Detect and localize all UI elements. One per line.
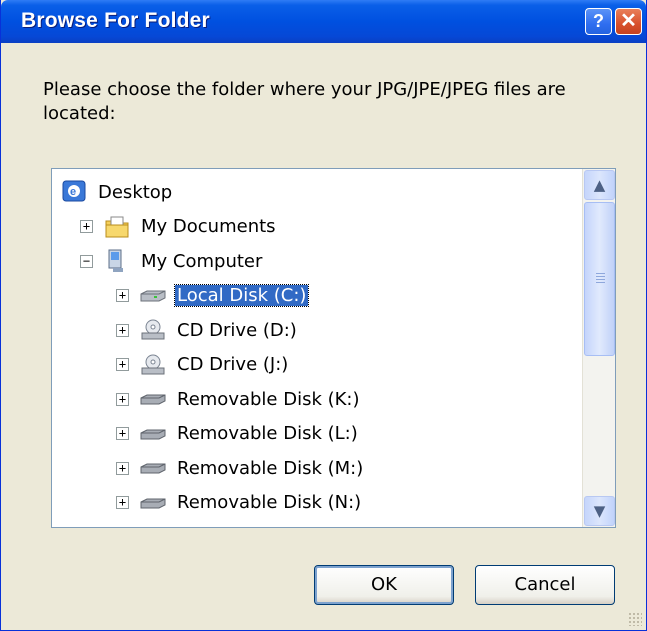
tree-item[interactable]: − My Computer <box>80 244 264 278</box>
tree-item[interactable]: +Control Panel <box>116 520 298 528</box>
tree-item-label: Local Disk (C:) <box>173 284 310 307</box>
hard-disk-icon <box>139 284 167 308</box>
desktop-icon: e <box>60 180 88 204</box>
expand-icon[interactable]: + <box>116 392 129 406</box>
tree-item-label: My Documents <box>141 216 276 237</box>
folder-tree-rows: e Desktop + My Documents − My Computer + Local … <box>52 169 582 527</box>
removable-disk-icon <box>139 491 167 515</box>
tree-item[interactable]: + Removable Disk (K:) <box>116 382 362 416</box>
window-title: Browse For Folder <box>21 9 210 32</box>
removable-disk-icon <box>139 387 167 411</box>
vertical-scrollbar[interactable]: ▲ ▼ <box>582 169 615 527</box>
control-panel-icon <box>139 525 167 527</box>
tree-item-label: Removable Disk (N:) <box>177 492 362 513</box>
my-documents-icon <box>103 215 131 239</box>
cd-drive-icon <box>139 353 167 377</box>
ok-button[interactable]: OK <box>314 565 454 605</box>
tree-item-label: My Computer <box>141 250 263 272</box>
tree-item[interactable]: + CD Drive (D:) <box>116 313 299 347</box>
expand-icon[interactable]: + <box>116 461 129 475</box>
svg-text:e: e <box>70 186 76 198</box>
tree-item-label: Removable Disk (M:) <box>177 457 364 479</box>
tree-item[interactable]: + Removable Disk (N:) <box>116 486 363 520</box>
scroll-thumb[interactable] <box>584 202 615 356</box>
tree-item[interactable]: + Removable Disk (M:) <box>116 451 365 485</box>
expand-icon[interactable]: + <box>116 323 129 337</box>
grip-icon <box>596 273 605 285</box>
tree-item-label: Control Panel <box>175 527 298 528</box>
expand-icon[interactable]: + <box>116 496 129 509</box>
browse-for-folder-dialog: Browse For Folder ? ✕ Please choose the … <box>0 0 647 631</box>
collapse-icon[interactable]: − <box>80 254 93 268</box>
resize-grip-icon[interactable] <box>628 612 642 626</box>
scroll-down-button[interactable]: ▼ <box>584 496 615 526</box>
folder-tree[interactable]: e Desktop + My Documents − My Computer + Local … <box>51 168 616 528</box>
expand-icon[interactable]: + <box>116 358 129 371</box>
tree-item[interactable]: + CD Drive (J:) <box>116 348 290 382</box>
prompt-text: Please choose the folder where your JPG/… <box>43 79 566 124</box>
tree-item-label: Removable Disk (K:) <box>177 388 360 410</box>
removable-disk-icon <box>139 422 167 446</box>
scroll-up-button[interactable]: ▲ <box>584 170 615 200</box>
close-button[interactable]: ✕ <box>615 8 642 35</box>
tree-item-label: Removable Disk (L:) <box>177 423 358 444</box>
removable-disk-icon <box>139 456 167 480</box>
tree-item[interactable]: e Desktop <box>60 175 174 209</box>
expand-icon[interactable]: + <box>116 427 129 440</box>
expand-icon[interactable]: + <box>80 220 93 233</box>
tree-item[interactable]: + My Documents <box>80 210 278 244</box>
tree-item[interactable]: + Local Disk (C:) <box>116 279 310 313</box>
tree-item-label: CD Drive (J:) <box>177 354 289 375</box>
cancel-button[interactable]: Cancel <box>475 565 615 605</box>
tree-item[interactable]: + Removable Disk (L:) <box>116 417 360 451</box>
cd-drive-icon <box>139 318 167 342</box>
tree-item-label: CD Drive (D:) <box>177 319 297 341</box>
tree-item-label: Desktop <box>98 181 173 203</box>
help-button[interactable]: ? <box>585 8 612 35</box>
expand-icon[interactable]: + <box>116 289 129 302</box>
title-bar[interactable]: Browse For Folder ? ✕ <box>1 0 646 43</box>
my-computer-icon <box>103 249 131 273</box>
